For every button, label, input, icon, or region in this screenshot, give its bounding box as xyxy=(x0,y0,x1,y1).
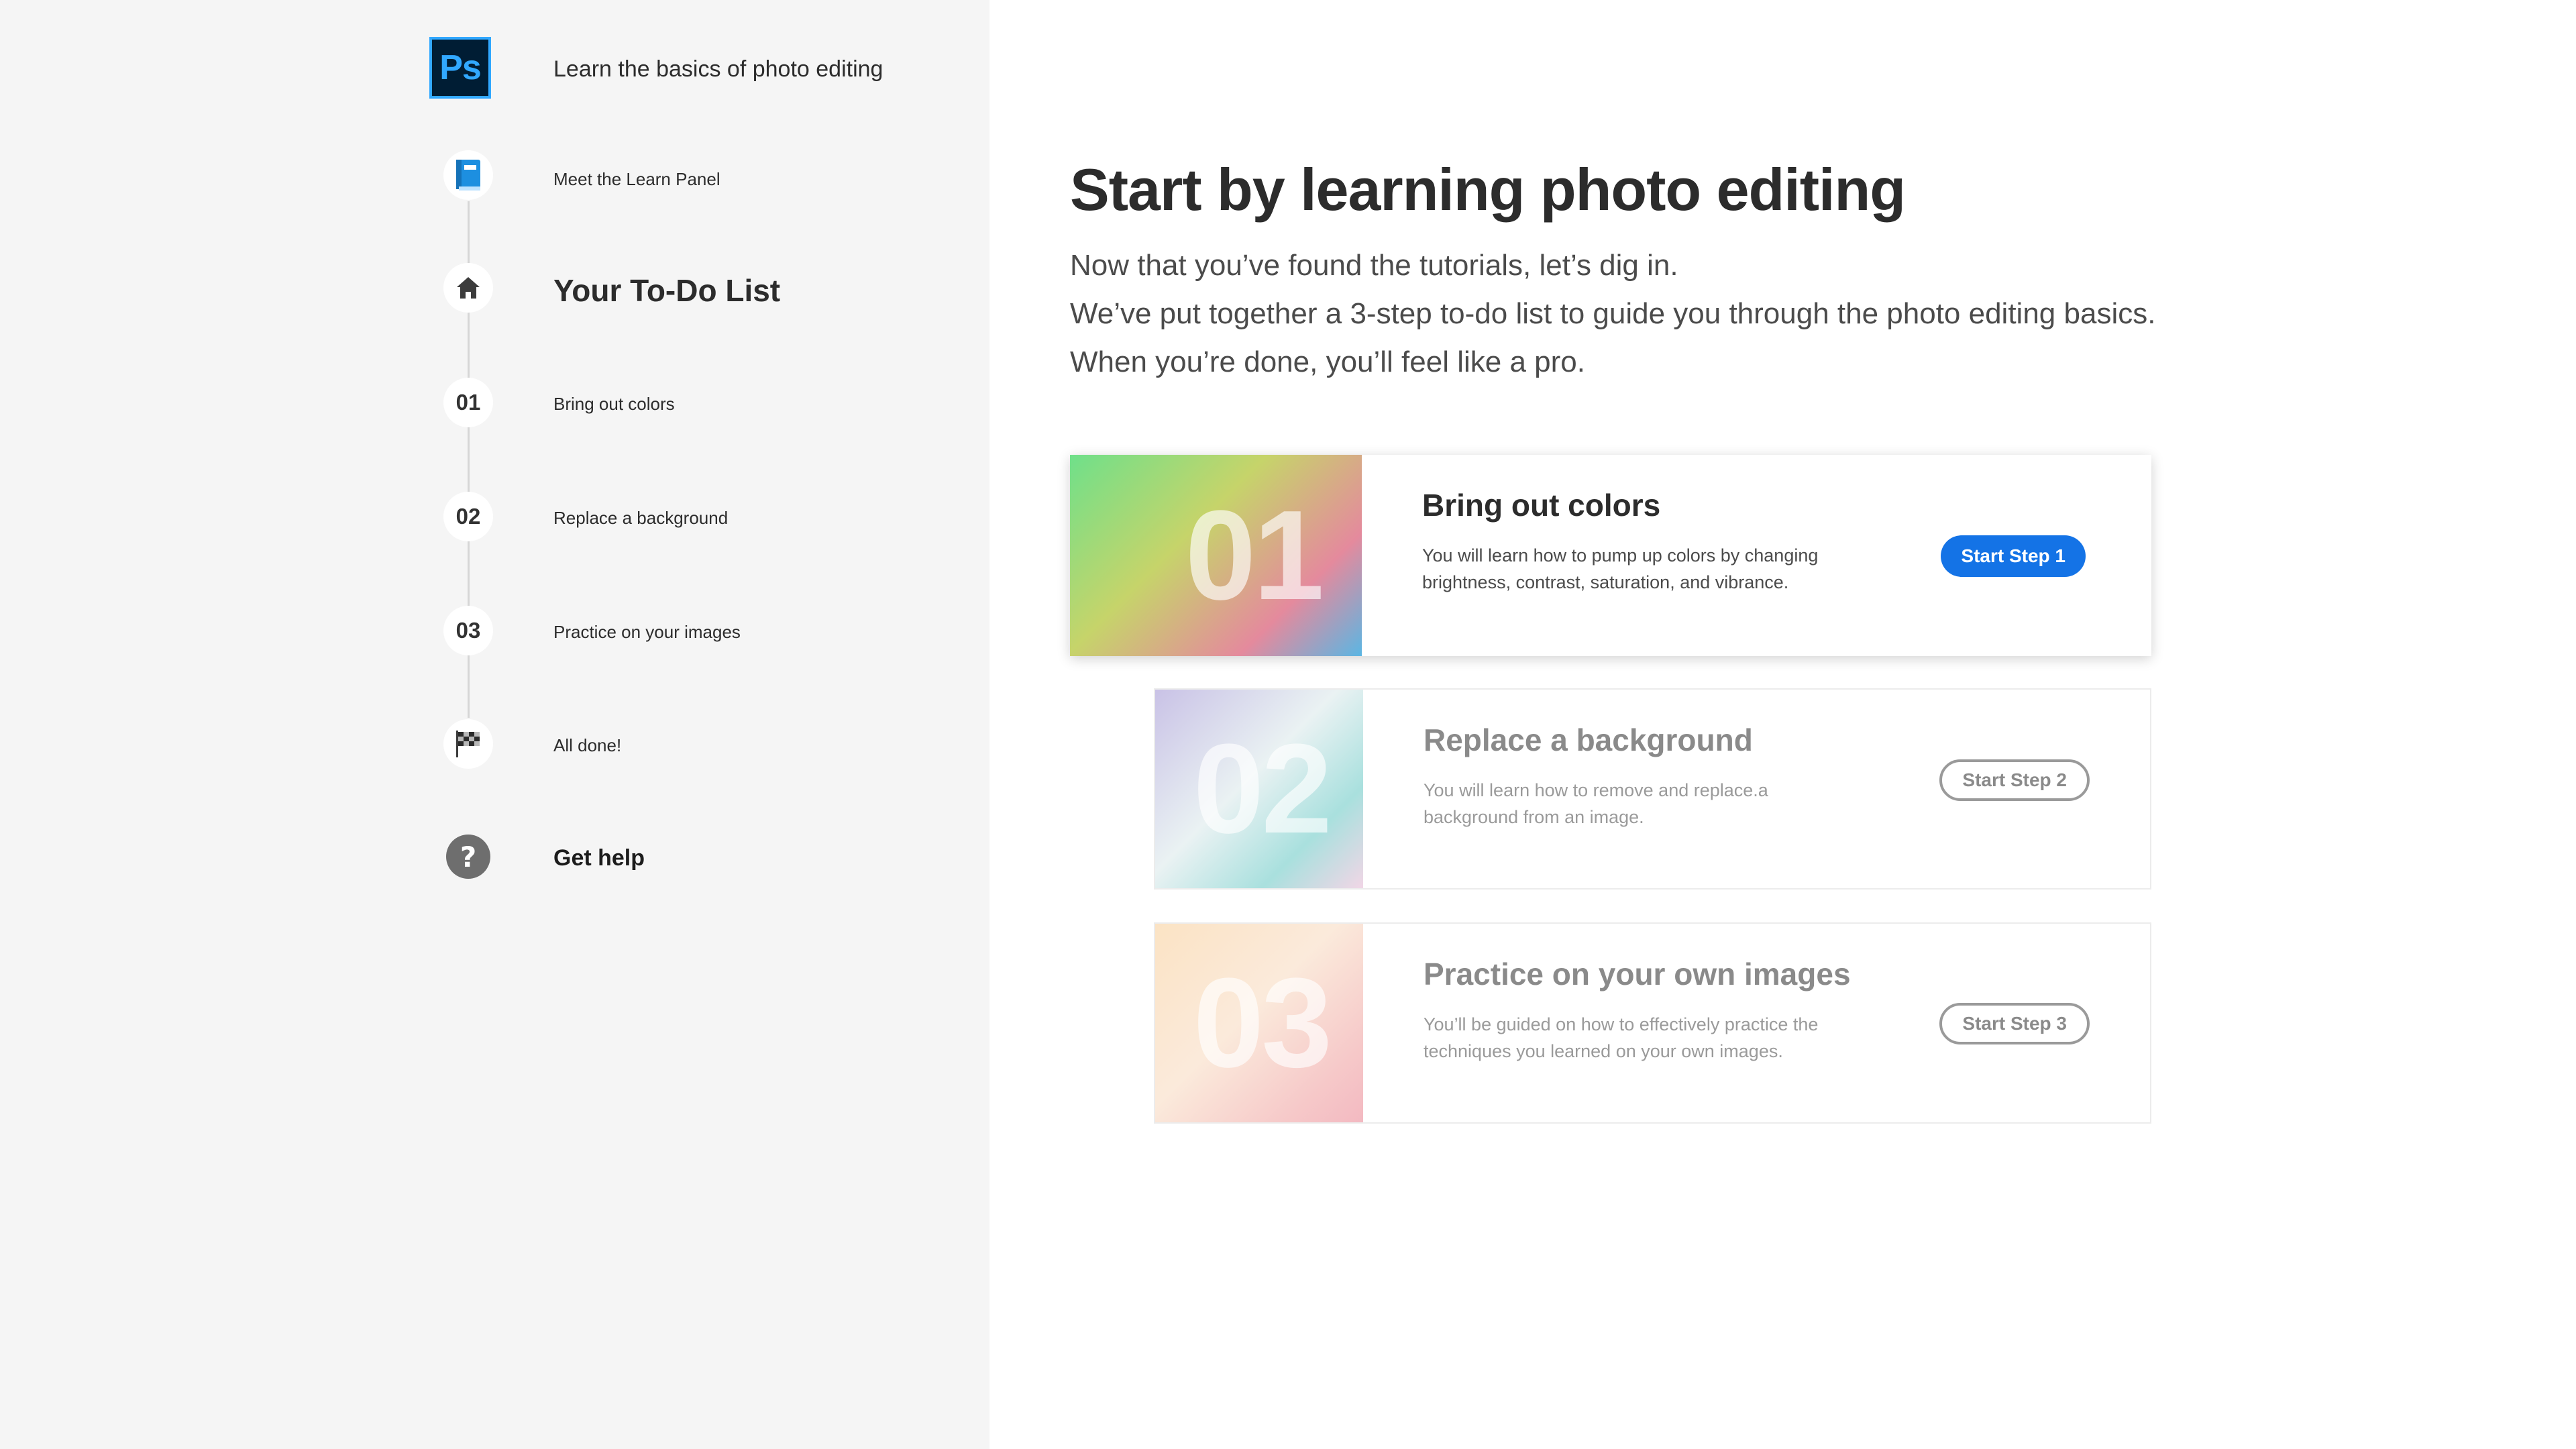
sidebar-item-label: All done! xyxy=(553,735,622,755)
step-description: You will learn how to remove and replace… xyxy=(1424,780,1768,827)
step-description: You will learn how to pump up colors by … xyxy=(1422,545,1819,592)
step-thumbnail: 03 xyxy=(1155,924,1363,1122)
step-thumbnail: 02 xyxy=(1155,690,1363,888)
step-card-2[interactable]: 02 Replace a background You will learn h… xyxy=(1154,688,2151,890)
photoshop-logo-icon: Ps xyxy=(429,37,491,99)
step-card-1[interactable]: 01 Bring out colors You will learn how t… xyxy=(1070,455,2151,656)
intro-line: Now that you’ve found the tutorials, let… xyxy=(1070,249,1678,282)
sidebar-item-step-01[interactable]: 01 Bring out colors xyxy=(0,378,989,427)
sidebar-item-learn-panel[interactable]: Meet the Learn Panel xyxy=(0,150,989,200)
main-content: Start by learning photo editing Now that… xyxy=(989,0,2576,1449)
step-card-3[interactable]: 03 Practice on your own images You’ll be… xyxy=(1154,922,2151,1124)
start-step-2-button[interactable]: Start Step 2 xyxy=(1939,759,2090,801)
book-icon xyxy=(443,150,493,200)
page-title: Start by learning photo editing xyxy=(1070,156,1906,223)
step-number-badge: 03 xyxy=(443,606,493,655)
help-icon: ? xyxy=(443,832,493,881)
sidebar-item-label: Meet the Learn Panel xyxy=(553,169,720,189)
intro-line: When you’re done, you’ll feel like a pro… xyxy=(1070,345,1585,378)
sidebar-item-label: Bring out colors xyxy=(553,394,675,414)
sidebar: Ps Learn the basics of photo editing Mee… xyxy=(0,0,989,1449)
step-number-badge: 01 xyxy=(443,378,493,427)
step-card-body: Practice on your own images You’ll be gu… xyxy=(1363,924,2150,1122)
intro-text: Now that you’ve found the tutorials, let… xyxy=(1070,241,2155,386)
svg-text:?: ? xyxy=(460,841,476,873)
step-number-badge: 02 xyxy=(443,492,493,541)
sidebar-item-get-help[interactable]: ? Get help xyxy=(0,832,989,885)
step-title: Practice on your own images xyxy=(1424,957,1851,991)
step-thumbnail-number: 01 xyxy=(1185,484,1324,627)
start-step-3-button[interactable]: Start Step 3 xyxy=(1939,1003,2090,1044)
step-thumbnail: 01 xyxy=(1070,455,1362,656)
course-title: Learn the basics of photo editing xyxy=(553,56,883,82)
start-step-1-button[interactable]: Start Step 1 xyxy=(1941,535,2086,577)
step-thumbnail-number: 03 xyxy=(1193,952,1332,1094)
sidebar-item-all-done[interactable]: All done! xyxy=(0,719,989,769)
step-title: Replace a background xyxy=(1424,722,1753,757)
home-icon xyxy=(443,263,493,313)
step-card-body: Bring out colors You will learn how to p… xyxy=(1362,455,2151,656)
sidebar-item-todo-list[interactable]: Your To-Do List xyxy=(0,263,989,313)
intro-line: We’ve put together a 3-step to-do list t… xyxy=(1070,297,2156,330)
step-thumbnail-number: 02 xyxy=(1193,718,1332,860)
sidebar-item-label: Replace a background xyxy=(553,508,729,528)
step-title: Bring out colors xyxy=(1422,488,1661,523)
sidebar-item-label: Get help xyxy=(553,845,645,871)
checkered-flag-icon xyxy=(443,719,493,769)
learn-panel-page: Ps Learn the basics of photo editing Mee… xyxy=(0,0,2576,1449)
step-card-body: Replace a background You will learn how … xyxy=(1363,690,2150,888)
sidebar-item-label: Your To-Do List xyxy=(553,273,781,308)
sidebar-item-step-02[interactable]: 02 Replace a background xyxy=(0,492,989,541)
step-description: You’ll be guided on how to effectively p… xyxy=(1424,1014,1819,1061)
sidebar-item-step-03[interactable]: 03 Practice on your images xyxy=(0,606,989,655)
sidebar-item-label: Practice on your images xyxy=(553,622,741,642)
